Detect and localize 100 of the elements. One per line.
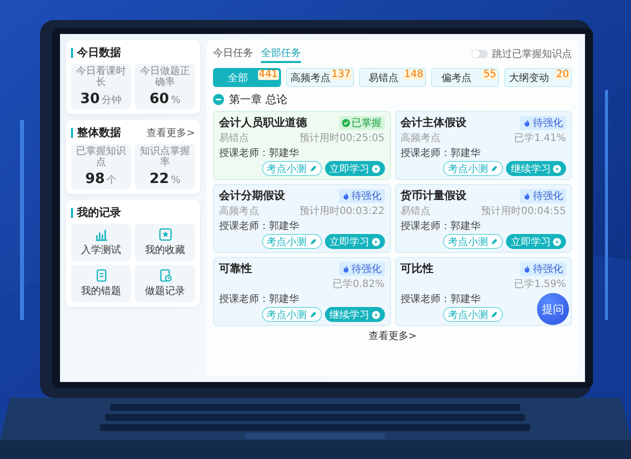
filter-button[interactable]: 全部 441 <box>213 68 281 87</box>
status-badge: 待强化 <box>338 188 384 202</box>
task-title: 会计人员职业道德 <box>219 115 307 130</box>
flame-icon <box>523 264 531 272</box>
section-title: 今日数据 <box>77 45 121 60</box>
title-marker <box>71 48 73 58</box>
teacher-label: 授课老师：郭建华 <box>400 292 480 306</box>
study-button[interactable]: 继续学习 <box>506 161 566 176</box>
toggle-label: 跳过已掌握知识点 <box>492 48 572 61</box>
task-title: 可靠性 <box>219 261 252 276</box>
record-button[interactable]: 我的收藏 <box>135 224 195 261</box>
flame-icon <box>342 264 350 272</box>
collapse-icon[interactable] <box>213 94 224 105</box>
more-link[interactable]: 查看更多> <box>146 126 195 140</box>
quiz-button[interactable]: 考点小测 <box>443 234 503 249</box>
status-badge: 已掌握 <box>338 116 384 130</box>
title-marker <box>71 128 73 138</box>
task-info: 预计用时00:25:05 <box>300 132 384 145</box>
count-badge: 137 <box>330 70 352 80</box>
pencil-icon <box>490 164 498 172</box>
study-button[interactable]: 继续学习 <box>324 307 384 322</box>
notebook-icon <box>94 269 108 282</box>
record-button[interactable]: 我的错题 <box>71 265 131 302</box>
stat-value: 22 <box>150 171 169 187</box>
section-title: 整体数据 <box>77 125 121 140</box>
pencil-icon <box>308 310 316 318</box>
pencil-icon <box>490 238 498 246</box>
flame-icon <box>523 192 531 200</box>
task-title: 货币计量假设 <box>400 188 466 203</box>
quiz-button[interactable]: 考点小测 <box>262 307 322 322</box>
stat-unit: 分钟 <box>102 95 122 106</box>
teacher-label: 授课老师：郭建华 <box>219 146 299 160</box>
task-info: 预计用时00:04:55 <box>481 204 566 218</box>
bar-chart-icon <box>94 228 108 241</box>
stat-unit: 个 <box>106 175 117 186</box>
quiz-button[interactable]: 考点小测 <box>443 307 503 322</box>
status-badge: 待强化 <box>520 188 566 202</box>
task-info: 预计用时00:03:22 <box>300 204 384 218</box>
task-tag: 易错点 <box>219 131 249 145</box>
chapter-title: 第一章 总论 <box>229 92 288 107</box>
task-tag: 易错点 <box>400 204 430 218</box>
record-button[interactable]: 做题记录 <box>135 265 195 302</box>
tab[interactable]: 今日任务 <box>213 45 253 63</box>
stat-value: 98 <box>85 171 105 187</box>
count-badge: 55 <box>482 70 498 80</box>
teacher-label: 授课老师：郭建华 <box>400 220 480 233</box>
status-badge: 待强化 <box>520 116 566 130</box>
play-icon <box>372 164 380 172</box>
play-icon <box>372 238 380 246</box>
teacher-label: 授课老师：郭建华 <box>219 292 299 306</box>
task-info: 已学0.82% <box>332 278 384 291</box>
pencil-icon <box>308 238 316 246</box>
status-badge: 待强化 <box>338 262 384 276</box>
play-icon <box>553 238 561 246</box>
filter-button[interactable]: 大纲变动 20 <box>504 68 572 87</box>
title-marker <box>71 208 73 218</box>
stat-label: 今日做题正确率 <box>139 66 191 88</box>
quiz-button[interactable]: 考点小测 <box>262 234 322 249</box>
count-badge: 20 <box>555 70 570 80</box>
play-icon <box>553 164 561 172</box>
play-icon <box>372 310 380 318</box>
study-button[interactable]: 立即学习 <box>324 234 384 249</box>
stat-unit: % <box>170 95 180 106</box>
stat-value: 30 <box>80 91 100 107</box>
ask-button[interactable]: 提问 <box>537 293 569 325</box>
flame-icon <box>523 118 531 126</box>
pencil-icon <box>308 164 316 172</box>
stat-label: 今日看课时长 <box>75 66 127 88</box>
task-info: 已学1.59% <box>514 278 566 291</box>
flame-icon <box>342 192 350 200</box>
teacher-label: 授课老师：郭建华 <box>400 146 480 160</box>
quiz-button[interactable]: 考点小测 <box>262 161 322 176</box>
count-badge: 148 <box>403 70 424 80</box>
pencil-icon <box>490 310 498 318</box>
tab[interactable]: 全部任务 <box>261 45 301 63</box>
task-info: 已学1.41% <box>514 132 566 145</box>
teacher-label: 授课老师：郭建华 <box>219 220 299 233</box>
task-title: 会计主体假设 <box>400 115 466 130</box>
task-title: 可比性 <box>400 261 434 276</box>
study-button[interactable]: 立即学习 <box>324 161 384 176</box>
section-title: 我的记录 <box>77 205 121 220</box>
stat-value: 60 <box>150 91 169 107</box>
stat-label: 知识点掌握率 <box>139 146 191 168</box>
status-badge: 待强化 <box>520 262 566 276</box>
check-circle-icon <box>342 118 350 126</box>
clipboard-clock-icon <box>158 269 172 282</box>
stat-unit: % <box>170 175 180 186</box>
filter-button[interactable]: 偏考点 55 <box>431 68 500 87</box>
toggle-switch[interactable] <box>472 50 488 58</box>
task-tag: 高频考点 <box>400 131 440 145</box>
task-title: 会计分期假设 <box>219 188 285 203</box>
study-button[interactable]: 立即学习 <box>506 234 566 249</box>
filter-button[interactable]: 高频考点 137 <box>286 68 354 87</box>
count-badge: 441 <box>258 70 279 80</box>
task-tag: 高频考点 <box>219 204 259 218</box>
more-link[interactable]: 查看更多> <box>368 329 417 343</box>
quiz-button[interactable]: 考点小测 <box>443 161 503 176</box>
record-button[interactable]: 入学测试 <box>71 224 131 261</box>
stat-label: 已掌握知识点 <box>75 146 127 168</box>
filter-button[interactable]: 易错点 148 <box>358 68 426 87</box>
